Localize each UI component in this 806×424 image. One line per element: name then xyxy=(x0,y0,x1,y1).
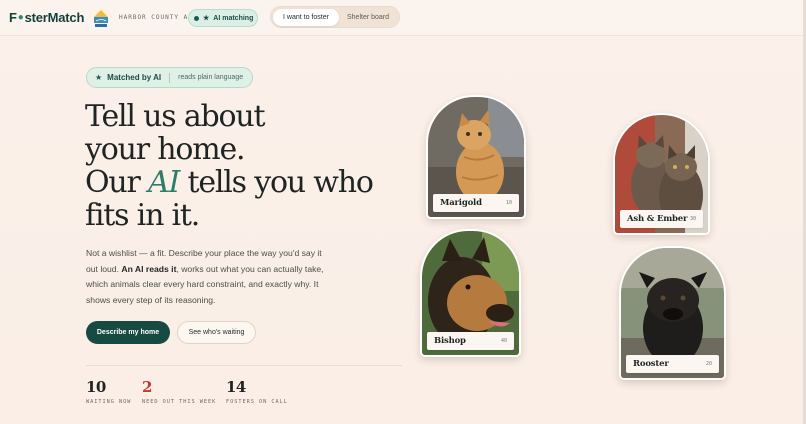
matched-by-ai-badge: ★ Matched by AI reads plain language xyxy=(86,67,253,88)
badge-divider xyxy=(169,72,171,83)
stat-label: FOSTERS ON CALL xyxy=(226,399,288,405)
headline-line-3-start: Our xyxy=(85,165,148,200)
animal-card-rooster[interactable]: Rooster 20 xyxy=(619,246,726,380)
divider xyxy=(86,365,402,366)
describe-my-home-button[interactable]: Describe my home xyxy=(86,321,170,344)
top-nav-bar: F ● sterMatch HARBOR COUNTY AC ★ AI matchi… xyxy=(0,0,806,36)
county-label: HARBOR COUNTY AC xyxy=(119,14,193,21)
animal-name: Rooster xyxy=(633,359,669,369)
county-seal-icon xyxy=(92,8,110,27)
brand-logo[interactable]: F ● sterMatch xyxy=(9,10,84,25)
stat-value: 2 xyxy=(142,378,152,396)
stat-label: WAITING NOW xyxy=(86,399,132,405)
animal-id: 10 xyxy=(505,200,512,206)
headline-line-2: your home. xyxy=(85,132,246,167)
animal-id: 30 xyxy=(689,216,696,222)
page-headline: Tell us about your home. Our AI tells yo… xyxy=(85,100,405,232)
tab-i-want-to-foster[interactable]: I want to foster xyxy=(273,8,339,26)
stat-need-out: 2 NEED OUT THIS WEEK xyxy=(142,378,216,405)
animal-card-ash-ember[interactable]: Ash & Ember 30 xyxy=(613,113,710,235)
animal-name: Marigold xyxy=(440,198,482,208)
description-emphasis: An AI reads it xyxy=(121,263,177,274)
see-whos-waiting-button[interactable]: See who's waiting xyxy=(177,321,256,344)
badge-title: Matched by AI xyxy=(107,73,162,82)
stat-fosters-on-call: 14 FOSTERS ON CALL xyxy=(226,378,288,405)
animal-name: Ash & Ember xyxy=(627,214,688,224)
brand-text-end: sterMatch xyxy=(24,10,85,25)
animal-name-tag: Bishop 40 xyxy=(427,332,514,350)
status-dot-icon xyxy=(194,15,199,21)
animal-card-marigold[interactable]: Marigold 10 xyxy=(426,95,526,219)
headline-line-3-end: tells you who xyxy=(179,165,373,200)
stat-waiting-now: 10 WAITING NOW xyxy=(86,378,131,405)
sparkle-icon: ★ xyxy=(203,15,210,22)
brand-text-start: F xyxy=(9,10,17,25)
headline-line-1: Tell us about xyxy=(85,99,266,134)
tab-shelter-board[interactable]: Shelter board xyxy=(339,9,397,26)
mode-switcher: I want to foster Shelter board xyxy=(270,6,400,28)
headline-line-4: fits in it. xyxy=(85,198,200,233)
headline-ai-word: AI xyxy=(148,165,180,200)
sparkle-icon: ★ xyxy=(95,73,103,82)
badge-subtitle: reads plain language xyxy=(178,74,244,81)
animal-card-bishop[interactable]: Bishop 40 xyxy=(420,229,521,357)
animal-id: 20 xyxy=(705,361,712,367)
hero-description: Not a wishlist — a fit. Describe your pl… xyxy=(86,246,326,308)
animal-name: Bishop xyxy=(434,336,466,346)
stat-value: 10 xyxy=(86,378,106,396)
stat-value: 14 xyxy=(226,378,246,396)
animal-name-tag: Marigold 10 xyxy=(433,194,519,212)
animal-id: 40 xyxy=(500,338,507,344)
ai-matching-pill[interactable]: ★ AI matching xyxy=(188,9,258,27)
stat-label: NEED OUT THIS WEEK xyxy=(142,399,217,405)
paw-icon: ● xyxy=(17,12,24,23)
ai-pill-label: AI matching xyxy=(213,14,254,22)
animal-name-tag: Ash & Ember 30 xyxy=(620,210,703,228)
animal-name-tag: Rooster 20 xyxy=(626,355,719,373)
